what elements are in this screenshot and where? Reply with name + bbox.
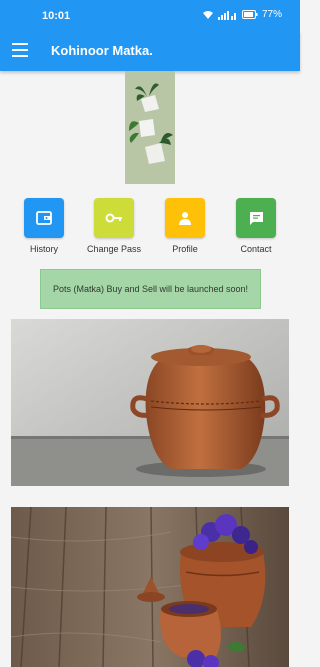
battery-icon	[241, 10, 258, 19]
clay-pots-flowers-photo	[11, 507, 289, 667]
contact-tile[interactable]	[236, 198, 276, 238]
battery-percent: 77%	[261, 9, 282, 20]
status-bar: 10:01 77%	[0, 0, 300, 31]
plants-banner-image	[125, 71, 175, 184]
status-icons: 77%	[202, 9, 282, 20]
contact-button[interactable]: Contact	[221, 198, 291, 254]
signal-icon	[217, 10, 236, 20]
person-icon	[179, 212, 191, 225]
history-tile[interactable]	[24, 198, 64, 238]
profile-tile[interactable]	[165, 198, 205, 238]
change-pass-button[interactable]: Change Pass	[79, 198, 149, 254]
history-button[interactable]: History	[9, 198, 79, 254]
change-pass-label: Change Pass	[86, 244, 142, 254]
wallet-icon	[36, 211, 52, 225]
app-title: Kohinoor Matka.	[51, 43, 153, 58]
wifi-icon	[202, 10, 213, 19]
change-pass-tile[interactable]	[94, 198, 134, 238]
launch-notice: Pots (Matka) Buy and Sell will be launch…	[40, 269, 261, 309]
profile-label: Profile	[172, 244, 198, 254]
quick-actions: History Change Pass Profile Contact	[0, 198, 300, 258]
app-bar: Kohinoor Matka.	[0, 31, 300, 71]
chat-icon	[249, 211, 263, 225]
key-icon	[105, 213, 122, 223]
profile-button[interactable]: Profile	[150, 198, 220, 254]
launch-notice-text: Pots (Matka) Buy and Sell will be launch…	[52, 284, 249, 294]
status-time: 10:01	[42, 10, 71, 22]
history-label: History	[29, 244, 58, 254]
contact-label: Contact	[240, 244, 272, 254]
menu-icon[interactable]	[12, 43, 28, 57]
clay-pot-photo	[11, 319, 289, 486]
